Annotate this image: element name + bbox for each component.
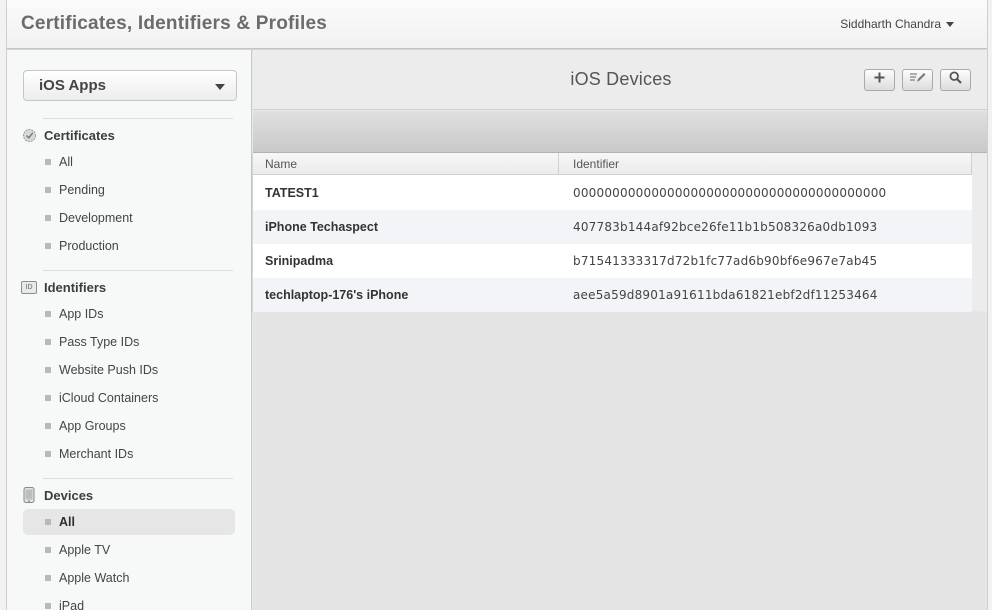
sidebar-item-label: iCloud Containers xyxy=(59,391,159,405)
table-row[interactable]: TATEST1 00000000000000000000000000000000… xyxy=(253,176,972,210)
section-title: Devices xyxy=(44,487,94,503)
divider xyxy=(43,270,233,271)
edit-icon xyxy=(909,71,927,89)
id-badge-icon: ID xyxy=(21,279,37,295)
device-identifier: 0000000000000000000000000000000000000000 xyxy=(573,186,887,200)
sidebar-item-apple-tv[interactable]: Apple TV xyxy=(23,537,235,563)
bullet-icon xyxy=(45,159,51,165)
sidebar-item-devices-all[interactable]: All xyxy=(23,509,235,535)
bullet-icon xyxy=(45,187,51,193)
section-devices: Devices xyxy=(21,487,93,503)
divider xyxy=(43,478,233,479)
sidebar-item-label: Pass Type IDs xyxy=(59,335,140,349)
section-title: Identifiers xyxy=(44,279,107,295)
sidebar-item-label: App Groups xyxy=(59,419,126,433)
table-header: Name Identifier xyxy=(253,153,972,175)
sidebar-item-label: Website Push IDs xyxy=(59,363,159,377)
table-row[interactable]: Srinipadma b71541333317d72b1fc77ad6b90bf… xyxy=(253,244,972,278)
divider xyxy=(43,118,233,119)
sidebar-item-label: Apple Watch xyxy=(59,571,130,585)
device-phone-icon xyxy=(21,487,37,503)
bullet-icon xyxy=(45,311,51,317)
id-badge-text: ID xyxy=(21,280,37,294)
column-header-name[interactable]: Name xyxy=(265,157,297,171)
bullet-icon xyxy=(45,575,51,581)
edit-button[interactable] xyxy=(902,69,933,91)
search-icon xyxy=(949,71,962,89)
sidebar-item-merchant-ids[interactable]: Merchant IDs xyxy=(23,441,235,467)
bullet-icon xyxy=(45,215,51,221)
sidebar-item-production[interactable]: Production xyxy=(23,233,235,259)
sidebar-item-label: App IDs xyxy=(59,307,104,321)
sidebar-item-label: All xyxy=(59,155,73,169)
filter-band xyxy=(253,111,987,153)
certificate-seal-icon xyxy=(21,127,37,143)
bullet-icon xyxy=(45,603,51,609)
device-name: techlaptop-176's iPhone xyxy=(265,288,409,302)
main-header: iOS Devices xyxy=(253,50,987,110)
column-divider xyxy=(558,153,559,175)
app-title: Certificates, Identifiers & Profiles xyxy=(21,13,328,34)
bullet-icon xyxy=(45,339,51,345)
sidebar-item-pass-type-ids[interactable]: Pass Type IDs xyxy=(23,329,235,355)
chevron-down-icon xyxy=(215,84,225,90)
table-row[interactable]: iPhone Techaspect 407783b144af92bce26fe1… xyxy=(253,210,972,244)
user-menu[interactable]: Siddharth Chandra xyxy=(840,17,954,31)
device-identifier: b71541333317d72b1fc77ad6b90bf6e967e7ab45 xyxy=(573,254,878,268)
sidebar: iOS Apps Certificates All Pending Develo… xyxy=(7,50,252,610)
bullet-icon xyxy=(45,423,51,429)
sidebar-item-ipad[interactable]: iPad xyxy=(23,593,235,610)
device-identifier: 407783b144af92bce26fe11b1b508326a0db1093 xyxy=(573,220,878,234)
sidebar-item-label: Pending xyxy=(59,183,105,197)
sidebar-item-pending[interactable]: Pending xyxy=(23,177,235,203)
column-header-identifier[interactable]: Identifier xyxy=(573,157,619,171)
sidebar-item-label: Production xyxy=(59,239,119,253)
sidebar-item-label: All xyxy=(59,515,75,529)
sidebar-item-app-groups[interactable]: App Groups xyxy=(23,413,235,439)
device-name: Srinipadma xyxy=(265,254,334,268)
table-side-strip xyxy=(972,153,987,311)
user-name: Siddharth Chandra xyxy=(840,17,941,31)
sidebar-item-label: Merchant IDs xyxy=(59,447,134,461)
platform-select[interactable]: iOS Apps xyxy=(23,70,237,101)
device-name: TATEST1 xyxy=(265,186,319,200)
sidebar-item-certificates-all[interactable]: All xyxy=(23,149,235,175)
bullet-icon xyxy=(45,395,51,401)
add-device-button[interactable] xyxy=(864,69,895,91)
device-name: iPhone Techaspect xyxy=(265,220,378,234)
sidebar-item-website-push-ids[interactable]: Website Push IDs xyxy=(23,357,235,383)
devices-table: Name Identifier TATEST1 0000000000000000… xyxy=(253,153,972,312)
sidebar-item-apple-watch[interactable]: Apple Watch xyxy=(23,565,235,591)
table-row[interactable]: techlaptop-176's iPhone aee5a59d8901a916… xyxy=(253,278,972,312)
top-header: Certificates, Identifiers & Profiles Sid… xyxy=(7,0,987,49)
section-certificates: Certificates xyxy=(21,127,115,143)
sidebar-item-label: Development xyxy=(59,211,133,225)
chevron-down-icon xyxy=(946,21,954,27)
sidebar-item-label: Apple TV xyxy=(59,543,111,557)
device-identifier: aee5a59d8901a91611bda61821ebf2df11253464 xyxy=(573,288,878,302)
app-window: Certificates, Identifiers & Profiles Sid… xyxy=(6,0,988,610)
content-background xyxy=(253,312,987,610)
bullet-icon xyxy=(45,451,51,457)
section-title: Certificates xyxy=(44,127,115,143)
section-identifiers: ID Identifiers xyxy=(21,279,106,295)
bullet-icon xyxy=(45,547,51,553)
sidebar-item-development[interactable]: Development xyxy=(23,205,235,231)
plus-icon xyxy=(873,71,886,89)
sidebar-item-app-ids[interactable]: App IDs xyxy=(23,301,235,327)
sidebar-item-label: iPad xyxy=(59,599,85,610)
platform-select-value: iOS Apps xyxy=(39,77,106,94)
sidebar-item-icloud-containers[interactable]: iCloud Containers xyxy=(23,385,235,411)
bullet-icon xyxy=(45,243,51,249)
search-button[interactable] xyxy=(940,69,971,91)
bullet-icon xyxy=(45,519,51,525)
bullet-icon xyxy=(45,367,51,373)
